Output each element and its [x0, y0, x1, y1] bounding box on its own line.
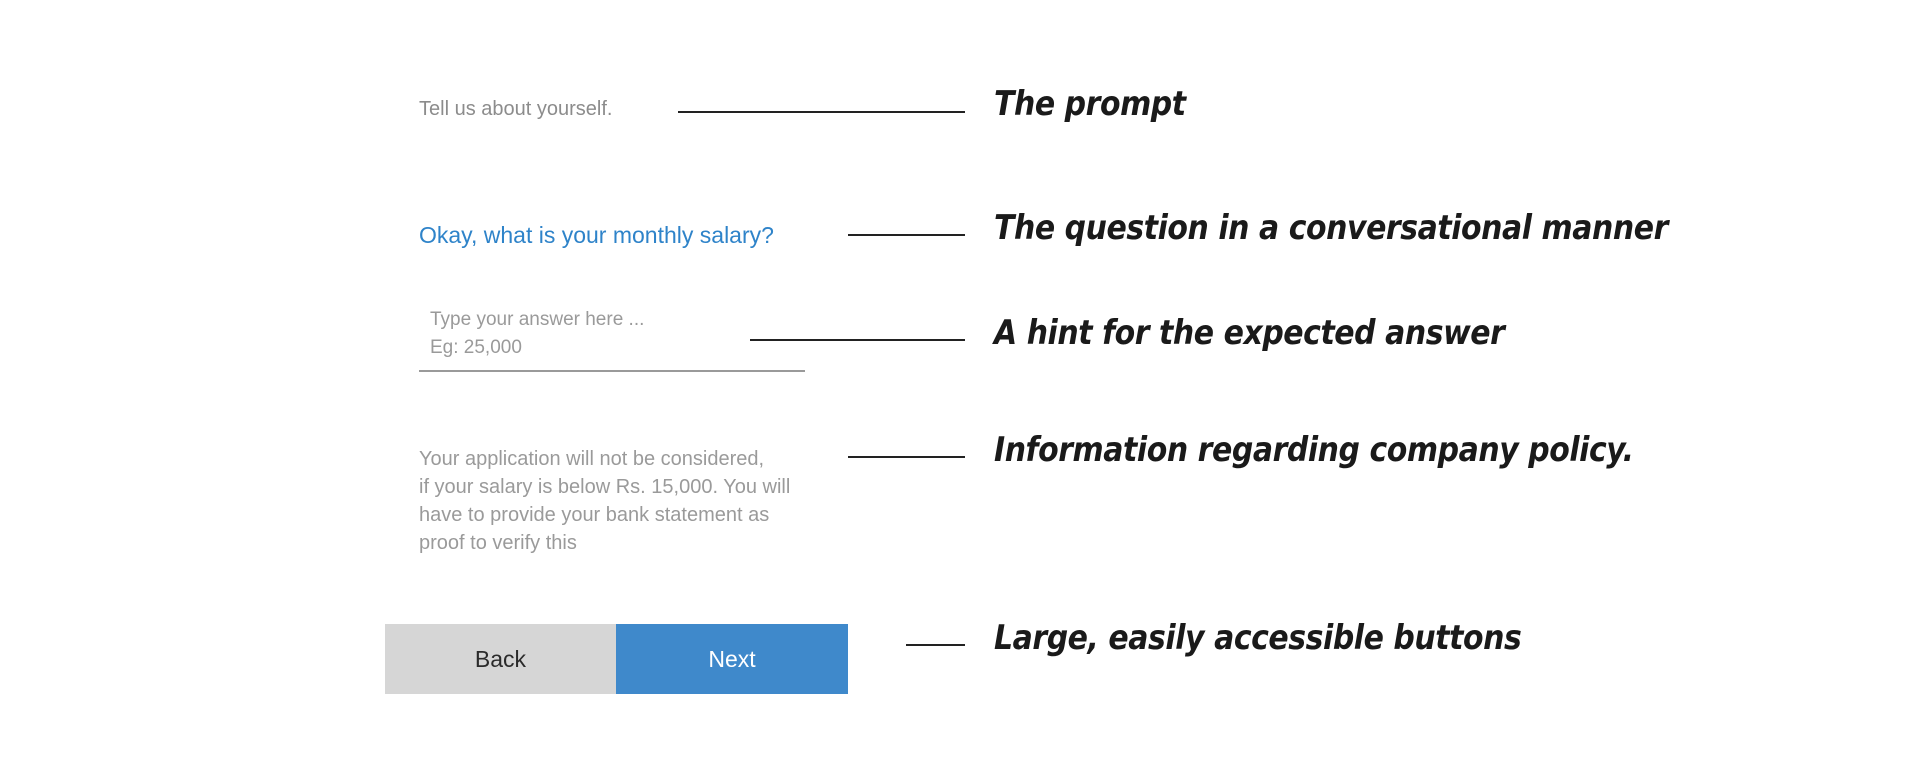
annotation-policy: Information regarding company policy. — [994, 430, 1634, 470]
policy-info: Your application will not be considered,… — [419, 445, 819, 557]
salary-answer-input[interactable]: Type your answer here ... Eg: 25,000 — [419, 306, 805, 372]
answer-hint: Eg: 25,000 — [430, 337, 522, 358]
annotation-line-question — [848, 234, 965, 236]
question-text: Okay, what is your monthly salary? — [419, 222, 774, 248]
annotation-question: The question in a conversational manner — [994, 208, 1668, 248]
annotation-line-buttons — [906, 644, 965, 646]
back-button[interactable]: Back — [385, 624, 616, 694]
annotation-line-prompt — [678, 111, 965, 113]
annotation-buttons: Large, easily accessible buttons — [994, 618, 1522, 658]
policy-line: proof to verify this — [419, 532, 577, 554]
policy-line: have to provide your bank statement as — [419, 504, 770, 526]
annotation-prompt: The prompt — [994, 84, 1186, 124]
annotation-line-policy — [848, 456, 965, 458]
annotation-hint: A hint for the expected answer — [994, 313, 1505, 353]
policy-line: if your salary is below Rs. 15,000. You … — [419, 476, 791, 498]
answer-placeholder: Type your answer here ... — [430, 309, 645, 330]
policy-line: Your application will not be considered, — [419, 448, 765, 470]
next-button[interactable]: Next — [616, 624, 848, 694]
annotation-line-hint — [750, 339, 965, 341]
prompt-text: Tell us about yourself. — [419, 98, 613, 120]
